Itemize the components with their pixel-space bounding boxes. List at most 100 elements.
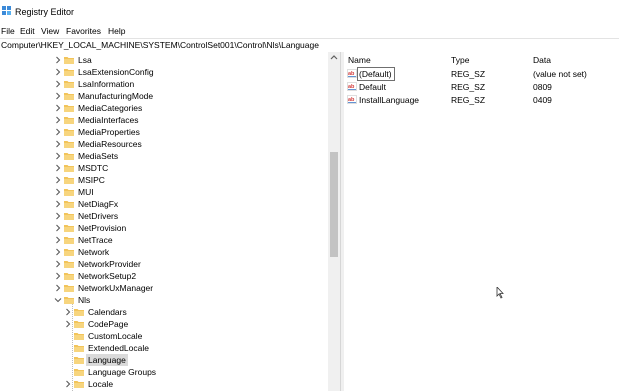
chevron-right-icon[interactable]	[54, 56, 62, 64]
menu-file[interactable]: File	[1, 26, 15, 36]
folder-icon	[64, 261, 74, 268]
tree-item[interactable]: LsaExtensionConfig	[0, 66, 328, 78]
tree-item[interactable]: MSIPC	[0, 174, 328, 186]
chevron-right-icon[interactable]	[64, 308, 72, 316]
folder-icon	[74, 381, 84, 388]
tree-item[interactable]: NetworkUxManager	[0, 282, 328, 294]
chevron-right-icon[interactable]	[54, 248, 62, 256]
chevron-right-icon[interactable]	[54, 140, 62, 148]
text-cursor-icon	[496, 287, 504, 299]
menu-favorites[interactable]: Favorites	[66, 26, 101, 36]
chevron-down-icon[interactable]	[54, 296, 62, 304]
tree-item[interactable]: MediaResources	[0, 138, 328, 150]
tree-item[interactable]: LsaInformation	[0, 78, 328, 90]
tree-item-label: LsaExtensionConfig	[78, 67, 154, 77]
value-name: (Default)	[359, 69, 392, 79]
tree-item[interactable]: NetDiagFx	[0, 198, 328, 210]
tree-item-label: CodePage	[88, 319, 129, 329]
folder-icon	[64, 165, 74, 172]
chevron-right-icon[interactable]	[54, 68, 62, 76]
tree-item[interactable]: NetProvision	[0, 222, 328, 234]
chevron-right-icon[interactable]	[64, 320, 72, 328]
scroll-up-icon[interactable]	[330, 53, 338, 63]
menu-edit[interactable]: Edit	[20, 26, 35, 36]
chevron-right-icon[interactable]	[54, 104, 62, 112]
tree-item-label: MediaCategories	[78, 103, 143, 113]
value-data: (value not set)	[533, 69, 587, 79]
column-header-data[interactable]: Data	[533, 55, 551, 65]
chevron-right-icon[interactable]	[54, 200, 62, 208]
chevron-right-icon[interactable]	[64, 380, 72, 388]
tree-item[interactable]: NetworkSetup2	[0, 270, 328, 282]
address-path[interactable]: Computer\HKEY_LOCAL_MACHINE\SYSTEM\Contr…	[1, 40, 319, 50]
tree-item[interactable]: Nls	[0, 294, 328, 306]
tree-item[interactable]: MSDTC	[0, 162, 328, 174]
string-value-icon: ab	[347, 95, 357, 104]
chevron-right-icon[interactable]	[54, 236, 62, 244]
folder-icon	[74, 333, 84, 340]
tree-item-label: Calendars	[88, 307, 127, 317]
chevron-right-icon[interactable]	[54, 116, 62, 124]
tree-item-label: CustomLocale	[88, 331, 143, 341]
column-header-name[interactable]: Name	[348, 55, 371, 65]
chevron-right-icon[interactable]	[54, 152, 62, 160]
tree-item[interactable]: CodePage	[0, 318, 328, 330]
value-row[interactable]: ab InstallLanguage REG_SZ 0409	[344, 94, 619, 106]
chevron-right-icon[interactable]	[54, 176, 62, 184]
tree-item[interactable]: MediaProperties	[0, 126, 328, 138]
column-header-type[interactable]: Type	[451, 55, 469, 65]
chevron-right-icon[interactable]	[54, 128, 62, 136]
chevron-right-icon[interactable]	[54, 284, 62, 292]
tree-item[interactable]: MUI	[0, 186, 328, 198]
value-list[interactable]: Name Type Data ab (Default) REG_SZ (value n…	[344, 52, 619, 391]
address-bar[interactable]: Computer\HKEY_LOCAL_MACHINE\SYSTEM\Contr…	[0, 38, 619, 53]
tree-item[interactable]: ExtendedLocale	[0, 342, 328, 354]
chevron-right-icon[interactable]	[54, 80, 62, 88]
chevron-right-icon[interactable]	[54, 92, 62, 100]
tree-item-label: ExtendedLocale	[88, 343, 149, 353]
tree-item[interactable]: Locale	[0, 378, 328, 390]
tree-item-label: MediaSets	[78, 151, 119, 161]
svg-text:ab: ab	[348, 71, 355, 77]
tree-item[interactable]: CustomLocale	[0, 330, 328, 342]
tree-item[interactable]: MediaInterfaces	[0, 114, 328, 126]
chevron-right-icon[interactable]	[54, 260, 62, 268]
chevron-right-icon[interactable]	[54, 212, 62, 220]
menu-view[interactable]: View	[41, 26, 59, 36]
folder-icon	[64, 189, 74, 196]
tree-item-label: ManufacturingMode	[78, 91, 154, 101]
value-name: InstallLanguage	[359, 95, 420, 105]
value-row[interactable]: ab Default REG_SZ 0809	[344, 81, 619, 93]
folder-icon	[64, 69, 74, 76]
tree-item-label: NetworkProvider	[78, 259, 141, 269]
tree-scrollbar[interactable]	[328, 52, 340, 391]
chevron-right-icon[interactable]	[54, 224, 62, 232]
chevron-right-icon[interactable]	[54, 188, 62, 196]
menu-help[interactable]: Help	[108, 26, 125, 36]
folder-icon	[64, 237, 74, 244]
tree-item-label: MSIPC	[78, 175, 105, 185]
folder-icon	[64, 297, 74, 304]
tree-item[interactable]: Language Groups	[0, 366, 328, 378]
tree-item[interactable]: NetDrivers	[0, 210, 328, 222]
tree-item[interactable]: Lsa	[0, 54, 328, 66]
tree-item[interactable]: NetworkProvider	[0, 258, 328, 270]
tree-item[interactable]: ManufacturingMode	[0, 90, 328, 102]
tree-item[interactable]: Network	[0, 246, 328, 258]
svg-text:ab: ab	[348, 97, 355, 103]
chevron-right-icon[interactable]	[54, 164, 62, 172]
tree-item[interactable]: MediaCategories	[0, 102, 328, 114]
tree-item[interactable]: Calendars	[0, 306, 328, 318]
folder-icon	[74, 369, 84, 376]
tree-item-label: Network	[78, 247, 110, 257]
tree-item[interactable]: Language	[0, 354, 328, 366]
chevron-right-icon[interactable]	[54, 272, 62, 280]
value-row[interactable]: ab (Default) REG_SZ (value not set)	[344, 67, 619, 81]
folder-icon	[64, 105, 74, 112]
scroll-thumb[interactable]	[330, 152, 338, 257]
tree-item[interactable]: MediaSets	[0, 150, 328, 162]
folder-icon	[64, 225, 74, 232]
tree-item[interactable]: NetTrace	[0, 234, 328, 246]
folder-icon	[64, 141, 74, 148]
key-tree[interactable]: Lsa LsaExtensionConfig LsaInformation Manuf…	[0, 52, 328, 391]
